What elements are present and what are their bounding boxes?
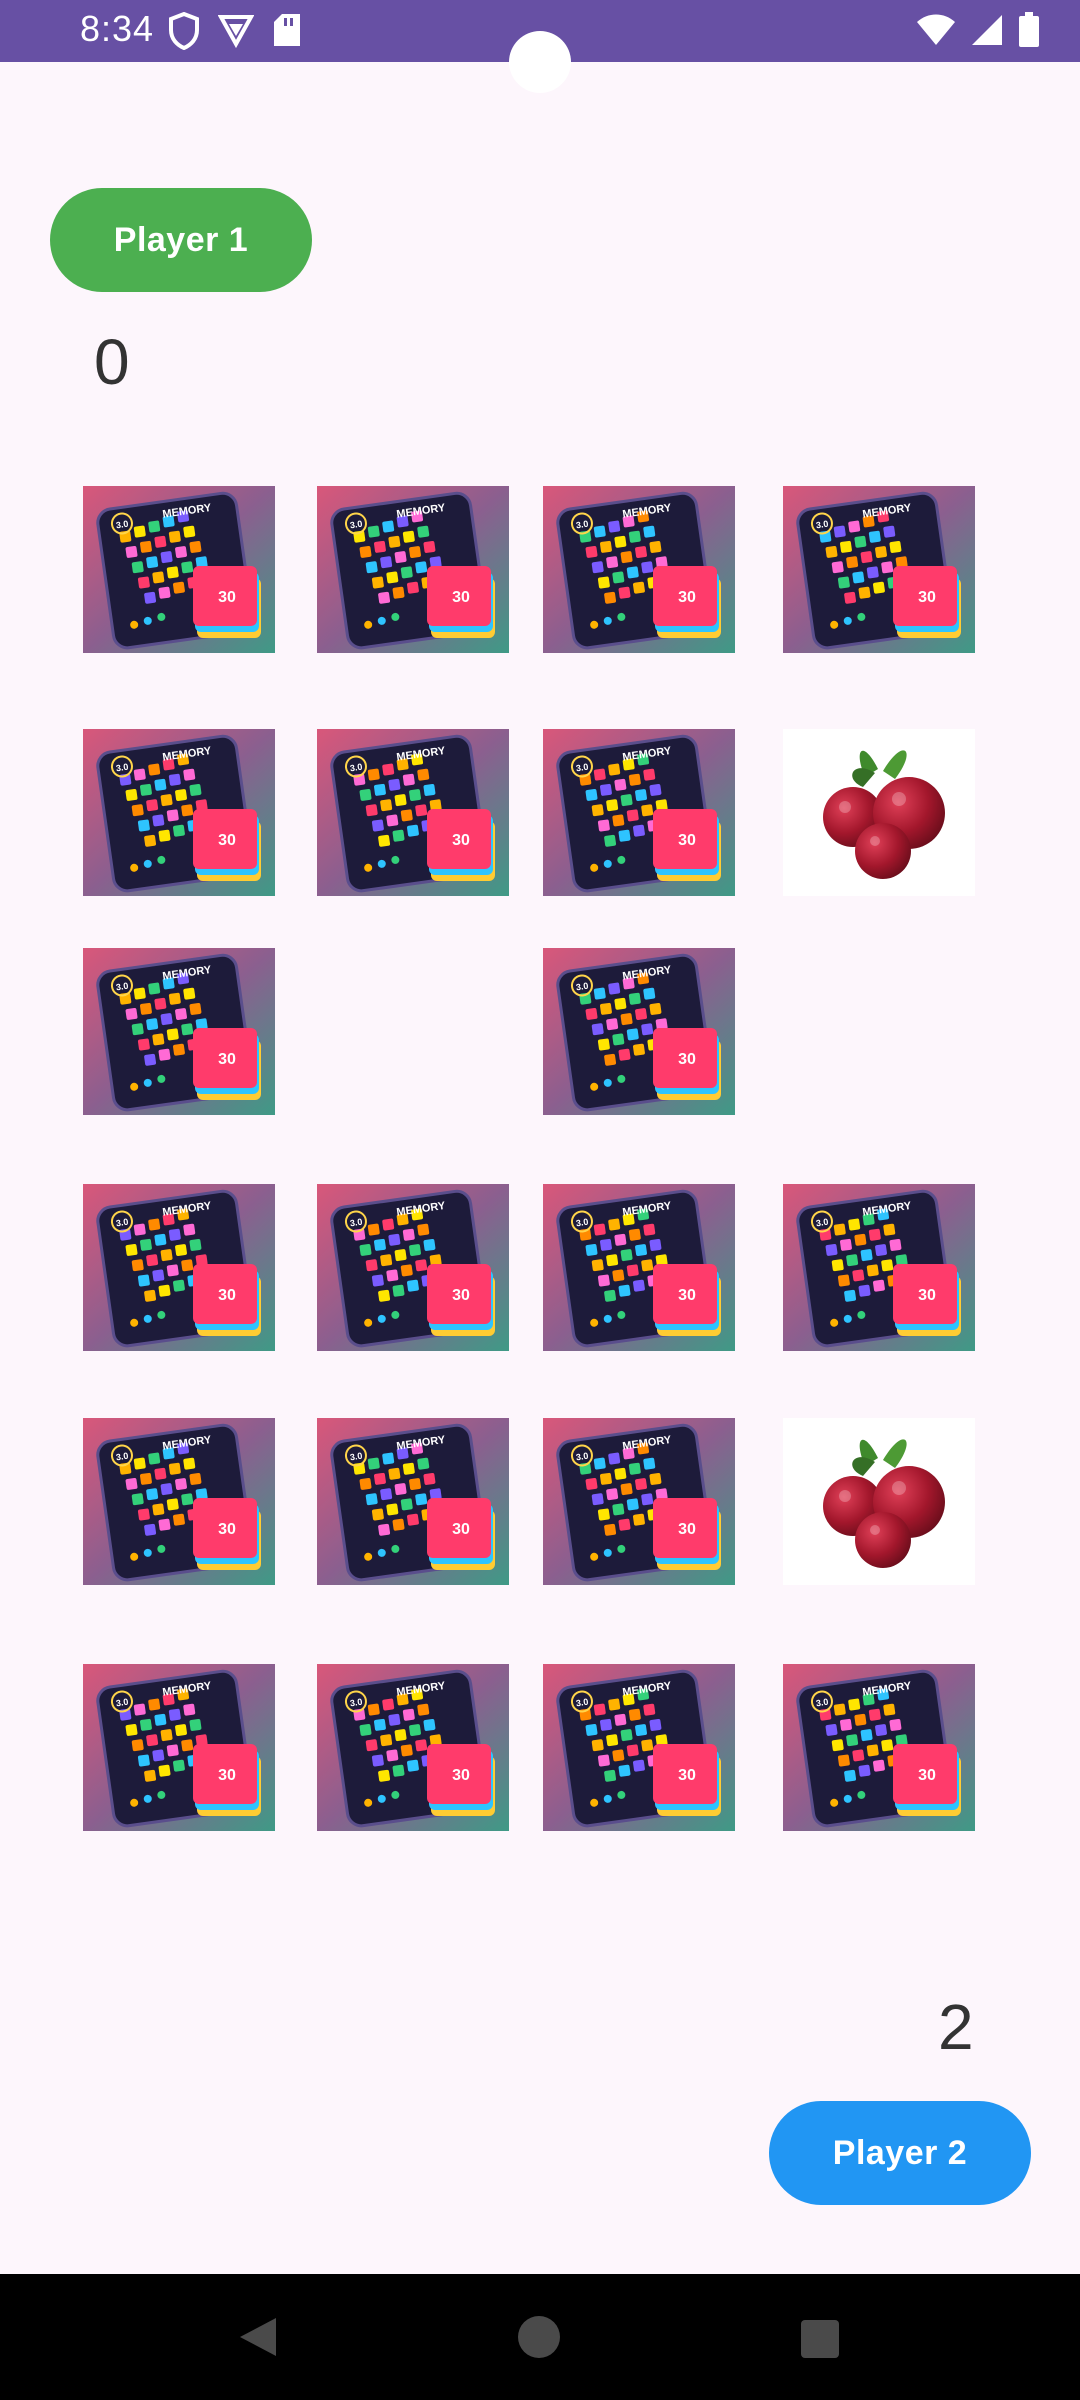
card-face-down[interactable]: 3.0 MEMORY 30 — [783, 1664, 975, 1831]
card-face-down[interactable]: 3.0 MEMORY 30 — [783, 1184, 975, 1351]
player2-score: 2 — [938, 1991, 974, 2063]
card-face-down[interactable]: 3.0 MEMORY 30 — [83, 729, 275, 896]
card-face-down[interactable]: 3.0 MEMORY 30 — [543, 948, 735, 1115]
card-face-up-cranberry[interactable] — [783, 729, 975, 896]
svg-text:30: 30 — [678, 1521, 696, 1538]
back-icon[interactable] — [236, 2314, 282, 2365]
card-face-down[interactable]: 3.0 MEMORY 30 — [317, 1184, 509, 1351]
svg-text:30: 30 — [918, 1287, 936, 1304]
card-face-down[interactable]: 3.0 MEMORY 30 — [317, 1418, 509, 1585]
status-time: 8:34 — [80, 8, 155, 49]
player2-button[interactable]: Player 2 — [769, 2101, 1031, 2205]
svg-text:3.0: 3.0 — [575, 1451, 589, 1463]
svg-text:30: 30 — [678, 589, 696, 606]
card-face-down[interactable]: 3.0 MEMORY 30 — [543, 729, 735, 896]
camera-cutout — [509, 31, 571, 93]
card-face-down[interactable]: 3.0 MEMORY 30 — [783, 486, 975, 653]
sd-card-icon — [272, 12, 302, 55]
card-face-down[interactable]: 3.0 MEMORY 30 — [543, 486, 735, 653]
wifi-icon — [916, 13, 956, 52]
cell-signal-icon — [970, 13, 1004, 52]
svg-text:3.0: 3.0 — [815, 1217, 829, 1229]
card-face-down[interactable]: 3.0 MEMORY 30 — [317, 729, 509, 896]
card-face-down[interactable]: 3.0 MEMORY 30 — [83, 948, 275, 1115]
svg-text:3.0: 3.0 — [349, 1217, 363, 1229]
navigation-bar — [0, 2274, 1080, 2400]
vpn-triangle-icon — [217, 12, 255, 55]
svg-text:3.0: 3.0 — [349, 762, 363, 774]
card-face-down[interactable]: 3.0 MEMORY 30 — [543, 1184, 735, 1351]
svg-text:3.0: 3.0 — [115, 519, 129, 531]
card-face-down[interactable]: 3.0 MEMORY 30 — [83, 1664, 275, 1831]
home-icon[interactable] — [516, 2314, 562, 2365]
recents-icon[interactable] — [799, 2318, 841, 2365]
svg-text:3.0: 3.0 — [575, 519, 589, 531]
svg-text:30: 30 — [452, 1521, 470, 1538]
card-face-down[interactable]: 3.0 MEMORY 30 — [317, 1664, 509, 1831]
svg-text:30: 30 — [678, 1051, 696, 1068]
svg-text:30: 30 — [218, 1521, 236, 1538]
card-face-up-cranberry[interactable] — [783, 1418, 975, 1585]
svg-text:3.0: 3.0 — [575, 762, 589, 774]
card-face-down[interactable]: 3.0 MEMORY 30 — [543, 1664, 735, 1831]
svg-text:3.0: 3.0 — [575, 1697, 589, 1709]
svg-text:30: 30 — [452, 832, 470, 849]
svg-text:3.0: 3.0 — [115, 1217, 129, 1229]
card-face-down[interactable]: 3.0 MEMORY 30 — [543, 1418, 735, 1585]
svg-text:3.0: 3.0 — [349, 1697, 363, 1709]
svg-text:30: 30 — [918, 1767, 936, 1784]
svg-text:30: 30 — [218, 1287, 236, 1304]
svg-text:30: 30 — [218, 1051, 236, 1068]
card-face-down[interactable]: 3.0 MEMORY 30 — [83, 1184, 275, 1351]
svg-text:3.0: 3.0 — [115, 981, 129, 993]
svg-text:3.0: 3.0 — [575, 1217, 589, 1229]
svg-text:3.0: 3.0 — [575, 981, 589, 993]
svg-text:30: 30 — [678, 1767, 696, 1784]
svg-text:3.0: 3.0 — [349, 1451, 363, 1463]
svg-text:30: 30 — [452, 1767, 470, 1784]
svg-text:3.0: 3.0 — [115, 1697, 129, 1709]
svg-text:30: 30 — [218, 832, 236, 849]
svg-text:3.0: 3.0 — [115, 762, 129, 774]
card-face-down[interactable]: 3.0 MEMORY 30 — [317, 486, 509, 653]
card-face-down[interactable]: 3.0 MEMORY 30 — [83, 1418, 275, 1585]
svg-text:3.0: 3.0 — [349, 519, 363, 531]
svg-text:30: 30 — [678, 1287, 696, 1304]
battery-icon — [1018, 12, 1040, 53]
svg-text:30: 30 — [452, 589, 470, 606]
svg-text:3.0: 3.0 — [815, 1697, 829, 1709]
svg-text:30: 30 — [218, 589, 236, 606]
svg-text:3.0: 3.0 — [115, 1451, 129, 1463]
svg-text:30: 30 — [452, 1287, 470, 1304]
shield-icon — [168, 11, 200, 55]
player1-score: 0 — [94, 326, 130, 398]
svg-text:30: 30 — [678, 832, 696, 849]
svg-text:30: 30 — [918, 589, 936, 606]
player1-button[interactable]: Player 1 — [50, 188, 312, 292]
svg-text:3.0: 3.0 — [815, 519, 829, 531]
svg-text:30: 30 — [218, 1767, 236, 1784]
card-face-down[interactable]: 3.0 MEMORY 30 — [83, 486, 275, 653]
